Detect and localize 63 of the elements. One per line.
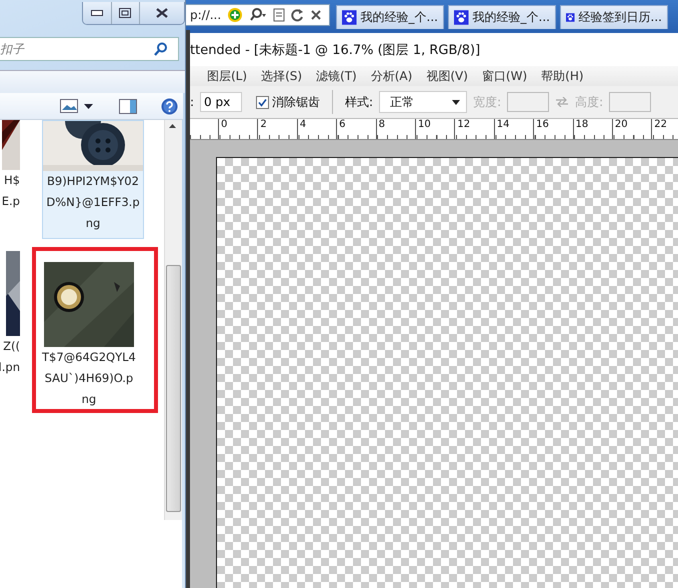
browser-tab[interactable]: 经验签到日历... xyxy=(560,5,668,29)
file-tile[interactable]: B9)HPI2YM$Y02 D%N}@1EFF3.p ng xyxy=(42,120,144,239)
ruler-number: 4 xyxy=(296,119,336,139)
ruler-number: 0 xyxy=(218,119,258,139)
file-name[interactable]: Z(( l.pn xyxy=(0,336,20,378)
paw-icon xyxy=(566,10,575,25)
view-icon[interactable] xyxy=(60,99,78,113)
help-icon[interactable] xyxy=(161,98,178,114)
paw-icon xyxy=(454,10,469,25)
caret-icon xyxy=(452,100,460,104)
ruler-number: 22 xyxy=(651,119,678,139)
browser-tab[interactable]: 我的经验_个... xyxy=(336,5,444,29)
antialias-checkbox[interactable]: 消除锯齿 xyxy=(256,94,320,110)
ruler-number: 2 xyxy=(257,119,297,139)
menu-item[interactable]: 滤镜(T) xyxy=(316,68,357,84)
ruler-number: 8 xyxy=(376,119,415,139)
menu-item[interactable]: 帮助(H) xyxy=(541,68,584,84)
file-name[interactable]: T$7@64G2QYL4 SAU`)4H69)O.p ng xyxy=(42,347,136,410)
width-label: 宽度: xyxy=(473,94,502,110)
preview-pane-icon[interactable] xyxy=(119,98,137,114)
style-dropdown[interactable]: 正常 xyxy=(379,91,468,113)
window-title: ttended - [未标题-1 @ 16.7% (图层 1, RGB/8)] xyxy=(190,42,480,58)
width-field[interactable] xyxy=(507,92,550,112)
ruler-number: 12 xyxy=(454,119,494,139)
ruler-number: 6 xyxy=(336,119,376,139)
menu-item[interactable]: 分析(A) xyxy=(370,68,412,84)
caret-icon[interactable] xyxy=(84,104,93,108)
file-name[interactable]: B9)HPI2YM$Y02 D%N}@1EFF3.p ng xyxy=(46,171,140,234)
file-name[interactable]: H$ E.p xyxy=(2,170,20,212)
search-icon[interactable] xyxy=(249,7,268,23)
minimize-button[interactable] xyxy=(83,2,112,24)
minimize-icon[interactable] xyxy=(90,10,103,16)
ruler-number: 14 xyxy=(494,119,534,139)
ruler-number: 10 xyxy=(414,119,454,139)
add-icon[interactable] xyxy=(227,7,244,23)
file-tile[interactable]: H$ E.p xyxy=(0,120,20,239)
search-field[interactable]: 扣子 xyxy=(0,37,179,61)
file-tile[interactable]: T$7@64G2QYL4 SAU`)4H69)O.p ng xyxy=(42,251,136,414)
menu-item[interactable]: 选择(S) xyxy=(261,68,302,84)
ruler-number: 18 xyxy=(572,119,612,139)
close-icon[interactable] xyxy=(155,8,169,18)
feather-field[interactable]: 0 px xyxy=(200,92,242,112)
menu-item[interactable]: 视图(V) xyxy=(426,68,468,84)
height-field[interactable] xyxy=(609,92,652,112)
check-icon xyxy=(257,96,268,108)
maximize-button[interactable] xyxy=(112,2,140,24)
paw-icon xyxy=(342,10,357,25)
page-icon[interactable] xyxy=(273,8,286,22)
style-label: 样式: xyxy=(345,94,374,110)
close-button[interactable] xyxy=(140,2,184,24)
refresh-icon[interactable] xyxy=(291,8,304,22)
ruler-number: 16 xyxy=(533,119,573,139)
address-text[interactable]: p://... xyxy=(190,8,222,22)
ruler-number: 20 xyxy=(612,119,652,139)
file-tile[interactable]: Z(( l.pn xyxy=(0,251,20,414)
close-icon[interactable] xyxy=(310,9,322,21)
menu-item[interactable]: 图层(L) xyxy=(207,68,248,84)
feather-label: : xyxy=(190,95,194,109)
menu-item[interactable]: 窗口(W) xyxy=(482,68,528,84)
browser-tab[interactable]: 我的经验_个... xyxy=(448,5,556,29)
maximize-icon[interactable] xyxy=(119,8,132,18)
search-icon[interactable] xyxy=(154,42,168,56)
height-label: 高度: xyxy=(575,94,604,110)
